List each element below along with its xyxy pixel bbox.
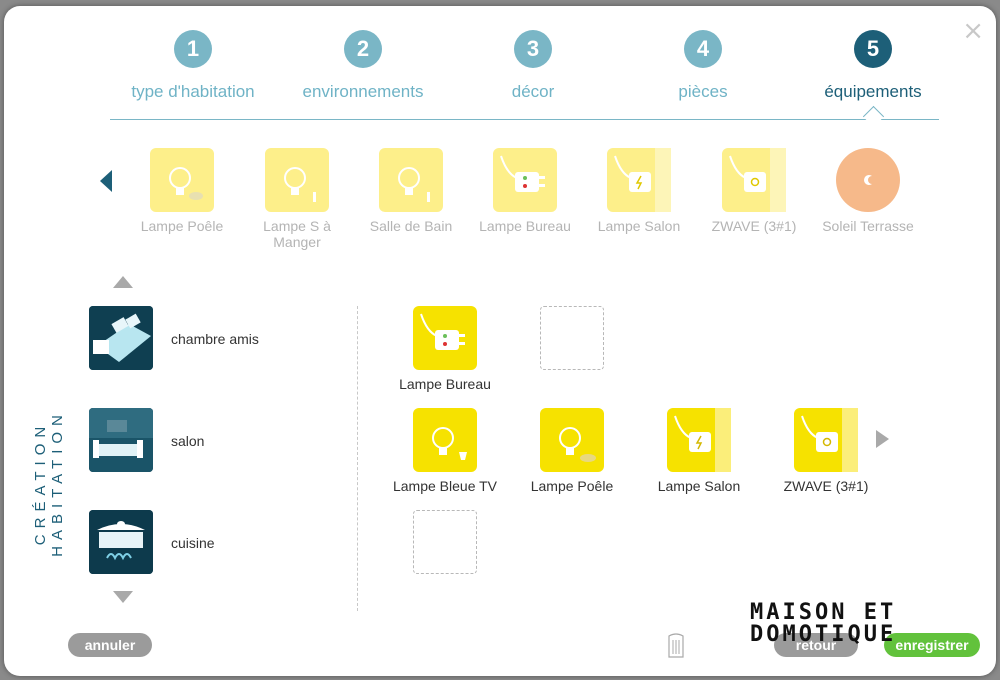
empty-slot-placeholder: [413, 510, 477, 574]
device-slot[interactable]: ZWAVE (3#1): [761, 408, 891, 494]
logo-line-2: DOMOTIQUE: [750, 622, 897, 647]
carousel-item[interactable]: Lampe Poêle: [126, 148, 238, 234]
carousel-item-label: Lampe Salon: [597, 218, 681, 234]
bulb-icon: [379, 148, 443, 212]
step-label: type d'habitation: [131, 82, 255, 101]
bulb-icon: [265, 148, 329, 212]
device-label: Lampe Bleue TV: [392, 478, 498, 494]
sun-icon: [836, 148, 900, 212]
rooms-scroll-up-icon[interactable]: [113, 276, 133, 288]
carousel-item-label: Lampe Bureau: [479, 218, 571, 234]
step-label: décor: [511, 82, 555, 101]
device-slot[interactable]: Lampe Bleue TV: [380, 408, 510, 494]
carousel-item-label: Lampe Poêle: [140, 218, 224, 234]
device-slot[interactable]: Lampe Salon: [634, 408, 764, 494]
empty-slot-placeholder: [540, 306, 604, 370]
trash-icon[interactable]: [668, 632, 684, 658]
plug-icon: [493, 148, 557, 212]
sidebar-title: CRÉATION HABITATION: [32, 409, 66, 557]
carousel-prev-arrow-icon[interactable]: [100, 170, 112, 192]
bulb-icon: [150, 148, 214, 212]
step-4[interactable]: 4 pièces: [618, 30, 788, 102]
room-name: salon: [171, 433, 205, 449]
carousel-item-label: Salle de Bain: [369, 218, 453, 234]
device-label: ZWAVE (3#1): [783, 478, 869, 494]
carousel-item[interactable]: ZWAVE (3#1): [698, 148, 810, 234]
site-logo-watermark: MAISON ET DOMOTIQUE: [750, 602, 970, 648]
step-label: environnements: [302, 82, 424, 101]
sofa-icon: [89, 408, 153, 472]
room-item-chambre-amis[interactable]: chambre amis: [89, 306, 339, 370]
active-step-pointer: [862, 105, 885, 128]
step-1[interactable]: 1 type d'habitation: [108, 30, 278, 102]
device-slot[interactable]: Lampe Bureau: [380, 306, 510, 392]
carousel-item-label: Lampe S à Manger: [263, 218, 331, 250]
plug-icon: [607, 148, 671, 212]
carousel-item[interactable]: Lampe S à Manger: [241, 148, 353, 250]
room-name: cuisine: [171, 535, 215, 551]
close-icon[interactable]: ×: [962, 18, 984, 44]
step-number: 2: [344, 30, 382, 68]
step-number: 1: [174, 30, 212, 68]
empty-device-slot[interactable]: [380, 510, 510, 574]
pot-icon: [89, 510, 153, 574]
step-2[interactable]: 2 environnements: [278, 30, 448, 102]
logo-line-1: MAISON ET: [750, 600, 897, 625]
room-item-salon[interactable]: salon: [89, 408, 339, 472]
rooms-scroll-down-icon[interactable]: [113, 591, 133, 603]
plug-icon: [794, 408, 858, 472]
step-5[interactable]: 5 équipements: [788, 30, 958, 102]
plug-icon: [413, 306, 477, 370]
room-name: chambre amis: [171, 331, 259, 347]
panel-divider: [357, 306, 358, 611]
device-label: Lampe Salon: [657, 478, 741, 494]
step-label: équipements: [824, 82, 922, 101]
carousel-item-label: ZWAVE (3#1): [711, 218, 797, 234]
device-label: Lampe Poêle: [530, 478, 614, 494]
bulb-icon: [540, 408, 604, 472]
plug-icon: [667, 408, 731, 472]
step-3[interactable]: 3 décor: [448, 30, 618, 102]
step-label: pièces: [678, 82, 728, 101]
cancel-button[interactable]: annuler: [68, 633, 152, 657]
carousel-item[interactable]: Salle de Bain: [355, 148, 467, 234]
carousel-item[interactable]: Lampe Bureau: [469, 148, 581, 234]
steps-divider: [110, 119, 939, 120]
step-number: 3: [514, 30, 552, 68]
carousel-item[interactable]: Soleil Terrasse: [812, 148, 924, 234]
device-label: Lampe Bureau: [399, 376, 491, 392]
wizard-dialog: × 1 type d'habitation 2 environnements 3…: [4, 6, 996, 676]
carousel-item-label: Soleil Terrasse: [822, 218, 914, 234]
bulb-icon: [413, 408, 477, 472]
room-item-cuisine[interactable]: cuisine: [89, 510, 339, 574]
empty-device-slot[interactable]: [507, 306, 637, 370]
bed-icon: [89, 306, 153, 370]
device-slot[interactable]: Lampe Poêle: [507, 408, 637, 494]
step-number: 5: [854, 30, 892, 68]
devices-next-arrow-icon[interactable]: [876, 430, 889, 448]
step-number: 4: [684, 30, 722, 68]
plug-icon: [722, 148, 786, 212]
carousel-item[interactable]: Lampe Salon: [583, 148, 695, 234]
